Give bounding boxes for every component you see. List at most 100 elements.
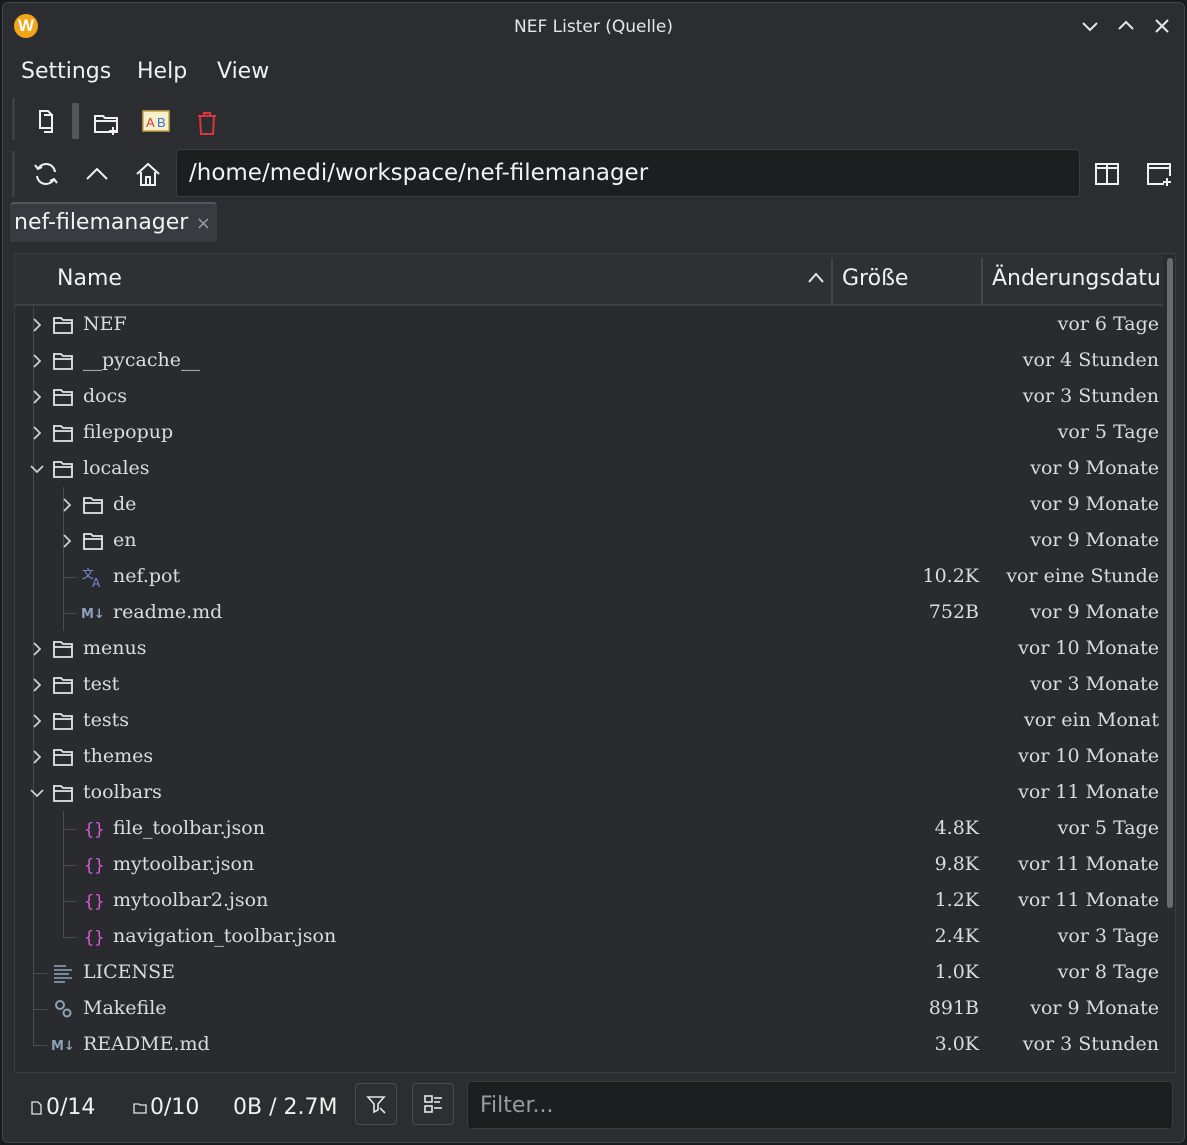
column-divider[interactable] [981, 258, 983, 304]
folder-icon [51, 313, 75, 337]
tree-line [33, 523, 34, 559]
expand-chevron-right-icon[interactable] [27, 351, 47, 371]
table-row[interactable]: de vor 9 Monate [15, 487, 1163, 523]
table-row[interactable]: menus vor 10 Monate [15, 631, 1163, 667]
svg-text:A: A [92, 576, 101, 589]
tab-close-icon[interactable]: × [196, 213, 211, 234]
tree-line [63, 901, 77, 902]
folder-icon [81, 529, 105, 553]
table-row[interactable]: {} file_toolbar.json 4.8K vor 5 Tage [15, 811, 1163, 847]
file-modified: vor 3 Stunden [1022, 385, 1159, 407]
home-button[interactable] [130, 156, 166, 192]
delete-button[interactable] [189, 105, 225, 141]
file-modified: vor 5 Tage [1057, 817, 1159, 839]
table-row[interactable]: M↓ readme.md 752B vor 9 Monate [15, 595, 1163, 631]
expand-chevron-right-icon[interactable] [27, 747, 47, 767]
folder-icon [51, 421, 75, 445]
app-window: W NEF Lister (Quelle) Settings Help View [2, 2, 1185, 1143]
table-row[interactable]: locales vor 9 Monate [15, 451, 1163, 487]
table-row[interactable]: themes vor 10 Monate [15, 739, 1163, 775]
expand-chevron-down-icon[interactable] [27, 459, 47, 479]
folder-count-value: 0/10 [150, 1095, 200, 1120]
copy-button[interactable] [28, 103, 64, 139]
table-row[interactable]: __pycache__ vor 4 Stunden [15, 343, 1163, 379]
file-size: 752B [928, 601, 979, 623]
tree-line [63, 577, 77, 578]
selection-size: 0B / 2.7M [233, 1095, 338, 1120]
minimize-button[interactable] [1079, 15, 1101, 37]
expand-chevron-right-icon[interactable] [27, 423, 47, 443]
file-size: 1.0K [934, 961, 979, 983]
svg-text:A: A [146, 115, 155, 130]
expand-chevron-right-icon[interactable] [57, 495, 77, 515]
table-row[interactable]: 文 A nef.pot 10.2K vor eine Stunde [15, 559, 1163, 595]
column-divider[interactable] [831, 258, 833, 304]
json-file-icon: {} [81, 889, 105, 913]
table-row[interactable]: en vor 9 Monate [15, 523, 1163, 559]
scrollbar-thumb[interactable] [1167, 258, 1173, 908]
file-size: 891B [928, 997, 979, 1019]
maximize-button[interactable] [1115, 15, 1137, 37]
expand-chevron-down-icon[interactable] [27, 783, 47, 803]
expand-chevron-right-icon[interactable] [27, 639, 47, 659]
table-row[interactable]: {} mytoolbar.json 9.8K vor 11 Monate [15, 847, 1163, 883]
file-modified: vor 10 Monate [1018, 637, 1159, 659]
expand-chevron-right-icon[interactable] [57, 531, 77, 551]
menu-help[interactable]: Help [137, 59, 187, 84]
file-size: 9.8K [934, 853, 979, 875]
table-row[interactable]: Makefile 891B vor 9 Monate [15, 991, 1163, 1027]
split-view-button[interactable] [1089, 156, 1125, 192]
toolbar-handle [12, 151, 15, 197]
file-name: file_toolbar.json [113, 817, 265, 839]
vertical-scrollbar[interactable] [1163, 254, 1175, 1072]
table-row[interactable]: LICENSE 1.0K vor 8 Tage [15, 955, 1163, 991]
file-modified: vor 9 Monate [1030, 493, 1159, 515]
table-row[interactable]: toolbars vor 11 Monate [15, 775, 1163, 811]
file-count: 0/14 [29, 1095, 95, 1120]
table-row[interactable]: docs vor 3 Stunden [15, 379, 1163, 415]
markdown-file-icon: M↓ [51, 1033, 75, 1057]
table-row[interactable]: {} mytoolbar2.json 1.2K vor 11 Monate [15, 883, 1163, 919]
table-row[interactable]: M↓ README.md 3.0K vor 3 Stunden [15, 1027, 1163, 1063]
expand-chevron-right-icon[interactable] [27, 711, 47, 731]
file-icon [31, 1100, 42, 1115]
new-tab-button[interactable] [1141, 156, 1177, 192]
file-modified: vor 10 Monate [1018, 745, 1159, 767]
table-row[interactable]: tests vor ein Monat [15, 703, 1163, 739]
menu-view[interactable]: View [217, 59, 269, 84]
parent-folder-button[interactable] [79, 156, 115, 192]
refresh-button[interactable] [28, 156, 64, 192]
file-modified: vor 11 Monate [1018, 853, 1159, 875]
expand-chevron-right-icon[interactable] [27, 675, 47, 695]
svg-text:{}: {} [84, 856, 104, 876]
file-size: 1.2K [934, 889, 979, 911]
file-name: mytoolbar.json [113, 853, 255, 875]
folder-icon [133, 1102, 147, 1114]
new-folder-button[interactable] [88, 105, 124, 141]
column-modified[interactable]: Änderungsdatu [992, 266, 1161, 291]
table-row[interactable]: test vor 3 Monate [15, 667, 1163, 703]
table-row[interactable]: {} navigation_toolbar.json 2.4K vor 3 Tage [15, 919, 1163, 955]
folder-count: 0/10 [133, 1095, 199, 1120]
rename-icon: A B [142, 110, 170, 132]
expand-chevron-right-icon[interactable] [27, 315, 47, 335]
path-input[interactable]: /home/medi/workspace/nef-filemanager [176, 149, 1080, 197]
view-mode-button[interactable] [412, 1083, 454, 1125]
file-modified: vor 3 Tage [1057, 925, 1159, 947]
column-size[interactable]: Größe [842, 266, 908, 291]
menu-settings[interactable]: Settings [21, 59, 111, 84]
folder-icon [51, 781, 75, 805]
text-file-icon [51, 961, 75, 985]
tree-line [63, 937, 77, 938]
table-row[interactable]: filepopup vor 5 Tage [15, 415, 1163, 451]
column-name[interactable]: Name [57, 266, 122, 291]
table-row[interactable]: NEF vor 6 Tage [15, 307, 1163, 343]
file-modified: vor ein Monat [1024, 709, 1159, 731]
rename-button[interactable]: A B [138, 103, 174, 139]
close-window-button[interactable] [1151, 15, 1173, 37]
filter-input[interactable] [467, 1081, 1173, 1129]
json-file-icon: {} [81, 853, 105, 877]
expand-chevron-right-icon[interactable] [27, 387, 47, 407]
filter-options-button[interactable] [355, 1083, 397, 1125]
tab-nef-filemanager[interactable]: nef-filemanager × [10, 202, 217, 242]
